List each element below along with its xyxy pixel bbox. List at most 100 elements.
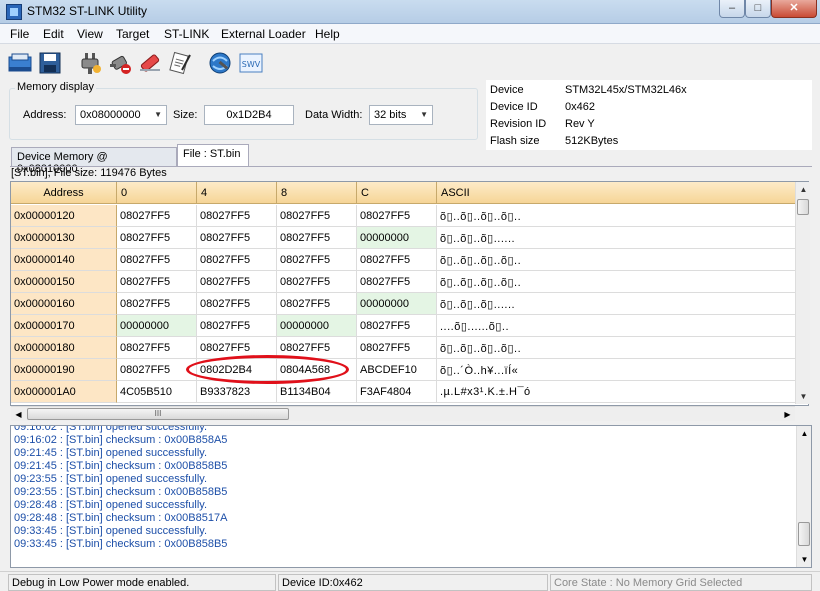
data-cell[interactable]: ABCDEF10 (357, 359, 437, 381)
address-cell[interactable]: 0x00000120 (11, 205, 117, 227)
menu-external-loader[interactable]: External Loader (221, 27, 306, 41)
table-row[interactable]: 0x00000120 08027FF5 08027FF5 08027FF5 08027F… (11, 205, 796, 227)
table-row[interactable]: 0x000001A0 4C05B510 B9337823 B1134B04 F3AF48… (11, 381, 796, 403)
data-cell[interactable]: B1134B04 (277, 381, 357, 403)
column-header-address[interactable]: Address (11, 182, 117, 204)
ascii-cell[interactable]: õ▯..õ▯..õ▯..õ▯.. (437, 337, 796, 359)
scroll-thumb[interactable] (797, 199, 809, 215)
menu-help[interactable]: Help (315, 27, 340, 41)
data-cell[interactable]: 08027FF5 (117, 293, 197, 315)
data-cell[interactable]: 08027FF5 (357, 249, 437, 271)
minimize-button[interactable]: – (719, 0, 745, 18)
data-cell[interactable]: 08027FF5 (197, 315, 277, 337)
scroll-up-icon[interactable]: ▲ (797, 426, 811, 441)
scroll-thumb[interactable]: III (27, 408, 289, 420)
ascii-cell[interactable]: õ▯..õ▯..õ▯...... (437, 293, 796, 315)
open-file-icon[interactable] (7, 50, 33, 76)
menu-st-link[interactable]: ST-LINK (164, 27, 209, 41)
table-row[interactable]: 0x00000130 08027FF5 08027FF5 08027FF5 000000… (11, 227, 796, 249)
table-row[interactable]: 0x00000140 08027FF5 08027FF5 08027FF5 08027F… (11, 249, 796, 271)
column-header-ascii[interactable]: ASCII (437, 182, 796, 204)
ascii-cell[interactable]: õ▯..õ▯..õ▯...... (437, 227, 796, 249)
memory-grid[interactable]: Address 0 4 8 C ASCII 0x00000120 08027FF5… (10, 181, 809, 406)
log-vertical-scrollbar[interactable]: ▲ ▼ (796, 426, 811, 567)
grid-horizontal-scrollbar[interactable]: ◀ III ▶ (11, 406, 795, 421)
data-cell[interactable]: 08027FF5 (357, 337, 437, 359)
ascii-cell[interactable]: õ▯..õ▯..õ▯..õ▯.. (437, 205, 796, 227)
data-cell[interactable]: 08027FF5 (197, 337, 277, 359)
data-cell[interactable]: 08027FF5 (197, 249, 277, 271)
data-cell[interactable]: F3AF4804 (357, 381, 437, 403)
data-cell[interactable]: 08027FF5 (197, 205, 277, 227)
column-header-0[interactable]: 0 (117, 182, 197, 204)
scroll-thumb[interactable] (798, 522, 810, 546)
data-cell[interactable]: 08027FF5 (117, 337, 197, 359)
table-row[interactable]: 0x00000160 08027FF5 08027FF5 08027FF5 000000… (11, 293, 796, 315)
address-cell[interactable]: 0x00000130 (11, 227, 117, 249)
data-cell[interactable]: 08027FF5 (117, 205, 197, 227)
data-cell[interactable]: 08027FF5 (357, 271, 437, 293)
data-cell[interactable]: 08027FF5 (357, 205, 437, 227)
column-header-8[interactable]: 8 (277, 182, 357, 204)
column-header-c[interactable]: C (357, 182, 437, 204)
disconnect-icon[interactable] (107, 50, 133, 76)
maximize-button[interactable]: □ (745, 0, 771, 18)
tab-device-memory[interactable]: Device Memory @ 0x08010000 : (11, 147, 177, 175)
data-cell[interactable]: 08027FF5 (197, 271, 277, 293)
scroll-down-icon[interactable]: ▼ (796, 389, 811, 404)
data-cell[interactable]: 08027FF5 (277, 293, 357, 315)
scroll-down-icon[interactable]: ▼ (797, 552, 811, 567)
address-cell[interactable]: 0x00000180 (11, 337, 117, 359)
scroll-left-icon[interactable]: ◀ (11, 407, 26, 422)
address-cell[interactable]: 0x00000150 (11, 271, 117, 293)
data-cell[interactable]: 08027FF5 (117, 271, 197, 293)
data-cell[interactable]: 08027FF5 (197, 227, 277, 249)
data-cell[interactable]: 00000000 (357, 293, 437, 315)
firmware-update-icon[interactable] (207, 50, 233, 76)
address-cell[interactable]: 0x00000170 (11, 315, 117, 337)
ascii-cell[interactable]: ....õ▯......õ▯.. (437, 315, 796, 337)
menu-file[interactable]: File (10, 27, 29, 41)
data-cell[interactable]: 4C05B510 (117, 381, 197, 403)
data-cell[interactable]: 00000000 (357, 227, 437, 249)
menu-target[interactable]: Target (116, 27, 149, 41)
table-row[interactable]: 0x00000170 00000000 08027FF5 00000000 08027F… (11, 315, 796, 337)
table-row[interactable]: 0x00000180 08027FF5 08027FF5 08027FF5 08027F… (11, 337, 796, 359)
data-cell[interactable]: 08027FF5 (357, 315, 437, 337)
log-panel[interactable]: 09:16:02 : [ST.bin] opened successfully.… (10, 425, 812, 568)
ascii-cell[interactable]: õ▯..´Ò..h¥...ïÍ« (437, 359, 796, 381)
data-cell[interactable]: 0804A568 (277, 359, 357, 381)
address-cell[interactable]: 0x000001A0 (11, 381, 117, 403)
connect-icon[interactable] (77, 50, 103, 76)
close-button[interactable]: ✕ (771, 0, 817, 18)
ascii-cell[interactable]: .µ.L#x3¹.K.±.H¯ó (437, 381, 796, 403)
menu-edit[interactable]: Edit (43, 27, 64, 41)
address-combobox[interactable]: 0x08000000 ▼ (75, 105, 167, 125)
data-cell[interactable]: 08027FF5 (197, 293, 277, 315)
table-row[interactable]: 0x00000150 08027FF5 08027FF5 08027FF5 08027F… (11, 271, 796, 293)
scroll-up-icon[interactable]: ▲ (796, 182, 811, 197)
data-cell[interactable]: 00000000 (277, 315, 357, 337)
tab-file-st-bin[interactable]: File : ST.bin (177, 144, 249, 166)
column-header-4[interactable]: 4 (197, 182, 277, 204)
swv-icon[interactable]: SWV (238, 50, 264, 76)
data-cell[interactable]: 08027FF5 (277, 271, 357, 293)
data-cell[interactable]: 08027FF5 (117, 227, 197, 249)
ascii-cell[interactable]: õ▯..õ▯..õ▯..õ▯.. (437, 271, 796, 293)
data-cell[interactable]: 08027FF5 (277, 337, 357, 359)
data-cell[interactable]: 08027FF5 (117, 359, 197, 381)
table-row[interactable]: 0x00000190 08027FF5 0802D2B4 0804A568 ABCDEF… (11, 359, 796, 381)
ascii-cell[interactable]: õ▯..õ▯..õ▯..õ▯.. (437, 249, 796, 271)
address-cell[interactable]: 0x00000140 (11, 249, 117, 271)
grid-vertical-scrollbar[interactable]: ▲ ▼ (795, 182, 810, 404)
data-cell[interactable]: 0802D2B4 (197, 359, 277, 381)
size-input[interactable]: 0x1D2B4 (204, 105, 294, 125)
program-icon[interactable] (167, 50, 193, 76)
menu-view[interactable]: View (77, 27, 103, 41)
scroll-right-icon[interactable]: ▶ (780, 407, 795, 422)
data-cell[interactable]: 00000000 (117, 315, 197, 337)
address-cell[interactable]: 0x00000160 (11, 293, 117, 315)
data-cell[interactable]: 08027FF5 (277, 227, 357, 249)
data-cell[interactable]: 08027FF5 (117, 249, 197, 271)
save-icon[interactable] (37, 50, 63, 76)
